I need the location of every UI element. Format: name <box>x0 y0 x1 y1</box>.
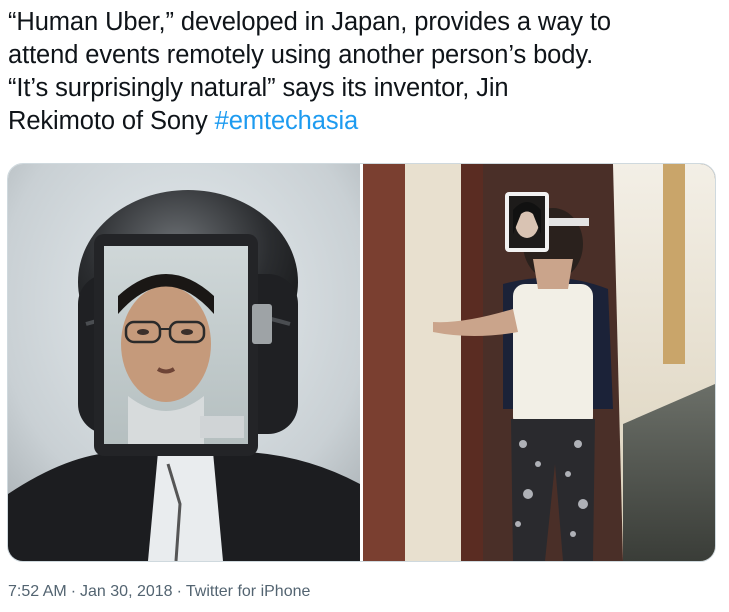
tweet-text-line-1: “Human Uber,” developed in Japan, provid… <box>8 8 611 36</box>
photo-right[interactable] <box>363 164 715 561</box>
photo-left[interactable] <box>8 164 360 561</box>
tweet-text: “Human Uber,” developed in Japan, provid… <box>8 6 720 138</box>
tweet-time[interactable]: 7:52 AM <box>8 583 67 600</box>
tweet-text-line-4: Rekimoto of Sony <box>8 107 215 135</box>
woman-with-tablet-face-image <box>363 164 715 561</box>
tweet-text-line-3: “It’s surprisingly natural” says its inv… <box>8 74 509 102</box>
hashtag-link[interactable]: #emtechasia <box>215 107 359 135</box>
tweet-text-line-2: attend events remotely using another per… <box>8 41 594 69</box>
man-with-tablet-helmet-image <box>8 164 360 561</box>
tweet-meta: 7:52 AM · Jan 30, 2018 · Twitter for iPhone <box>8 583 310 601</box>
media-grid <box>7 163 716 562</box>
meta-separator: · <box>176 583 182 600</box>
tweet-source[interactable]: Twitter for iPhone <box>186 583 311 600</box>
meta-separator: · <box>70 583 77 600</box>
tweet-date[interactable]: Jan 30, 2018 <box>80 583 173 600</box>
